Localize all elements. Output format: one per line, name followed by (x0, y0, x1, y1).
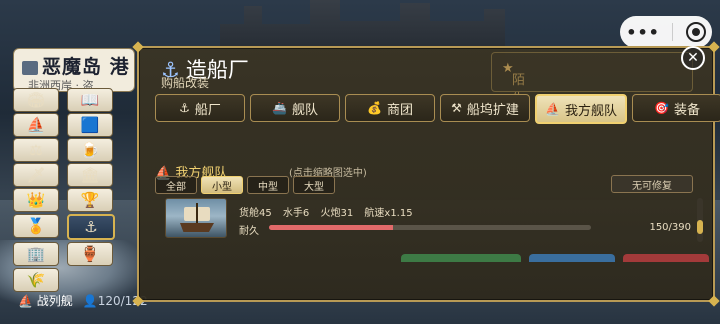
ship-speed: 航速x1.15 (364, 208, 413, 219)
mast-shape (196, 203, 198, 225)
bank-icon[interactable]: 🏛 (67, 163, 113, 187)
ship-thumbnail[interactable] (165, 198, 227, 238)
tab-fleet[interactable]: 🚢 舰队 (250, 94, 340, 122)
ship-cannons: 火炮31 (320, 208, 354, 219)
sword-icon[interactable]: 🗡 (13, 163, 59, 187)
fleet-type-label[interactable]: ⛵ 战列舰 (18, 292, 73, 309)
building-icon[interactable]: 🏢 (13, 242, 59, 266)
ship-icon[interactable]: ⛵ (13, 113, 59, 137)
port-title: 恶魔岛 港 (22, 52, 130, 79)
stranger-label: ★ 陌生 (502, 61, 526, 107)
flag-icon[interactable]: 🌾 (13, 268, 59, 292)
dialog-subtitle: 购船改装 (161, 76, 210, 90)
durability-value: 150/390 (649, 222, 691, 233)
tab-equipment[interactable]: 🎯 装备 (632, 94, 720, 122)
port-flag-icon (22, 60, 38, 75)
ship-stats: 货舱45 水手6 火炮31 航速x1.15 (239, 204, 419, 219)
book-icon[interactable]: 📖 (67, 88, 113, 112)
scales-icon[interactable]: ⚖ (13, 138, 59, 162)
target-icon[interactable] (685, 22, 706, 42)
filter-all[interactable]: 全部 (155, 176, 197, 194)
filter-large[interactable]: 大型 (293, 176, 335, 194)
size-filters: 全部 小型 中型 大型 (155, 176, 335, 194)
cube-icon[interactable]: 🟦 (67, 113, 113, 137)
beer-icon[interactable]: 🍺 (67, 138, 113, 162)
medal-icon[interactable]: 🏅 (13, 214, 59, 238)
repair-button[interactable]: 无可修复 (611, 175, 693, 193)
durability-label: 耐久 (239, 226, 259, 237)
green-action-button[interactable] (401, 254, 521, 262)
hammer-icon: ⚒ (451, 101, 462, 115)
ship-cargo: 货舱45 (239, 208, 272, 219)
anchor-icon[interactable]: ⚓ (67, 214, 115, 240)
bottom-status-bar: ⛵ 战列舰 👤120/122 (18, 292, 148, 309)
filter-small[interactable]: 小型 (201, 176, 243, 194)
tab-shipyard[interactable]: ⚓ 船厂 (155, 94, 245, 122)
crown-icon[interactable]: 👑 (13, 188, 59, 212)
close-button[interactable]: ✕ (681, 46, 705, 70)
shipyard-tabs: ⚓ 船厂 🚢 舰队 💰 商团 ⚒ 船坞扩建 ⛵ 我方舰队 🎯 装备 (155, 94, 720, 124)
pot-icon[interactable]: 🏺 (67, 242, 113, 266)
durability-bar (269, 225, 591, 230)
ship-sailors: 水手6 (282, 208, 310, 219)
shipyard-dialog: ⚓造船厂 购船改装 ★ 陌生 ✕ ⚓船厂 🚢舰队 💰商团 ⚒船坞扩建 ⛵我方舰队… (132, 41, 720, 307)
money-bag-icon: 💰 (367, 101, 382, 115)
port-panel[interactable]: 恶魔岛 港 非洲西岸 · 盗 (13, 48, 135, 92)
more-menu-icon[interactable]: ••• (626, 23, 660, 42)
list-scrollbar[interactable] (697, 198, 703, 242)
capsule-separator (672, 23, 674, 41)
sailboat-icon: ⛵ (545, 102, 560, 116)
tab-my-fleet[interactable]: ⛵ 我方舰队 (535, 94, 627, 124)
anchor-icon: ⚓ (179, 101, 190, 115)
corner-ornament (708, 41, 720, 53)
hull-shape (180, 223, 214, 232)
ship-icon: 🚢 (272, 101, 287, 115)
scrollbar-thumb[interactable] (697, 220, 703, 234)
stranger-panel: ★ 陌生 (491, 52, 693, 107)
target-icon: 🎯 (654, 101, 669, 115)
ship-list-item[interactable]: 货舱45 水手6 火炮31 航速x1.15 耐久 150/390 (165, 198, 691, 254)
tab-dock-expansion[interactable]: ⚒ 船坞扩建 (440, 94, 530, 122)
tab-guild[interactable]: 💰 商团 (345, 94, 435, 122)
blue-action-button[interactable] (529, 254, 615, 262)
trophy-icon[interactable]: 🏆 (67, 188, 113, 212)
filter-medium[interactable]: 中型 (247, 176, 289, 194)
arena-icon[interactable]: 🏟 (13, 88, 59, 112)
durability-fill (269, 225, 393, 230)
red-action-button[interactable] (623, 254, 709, 262)
miniprogram-capsule: ••• (620, 16, 712, 48)
